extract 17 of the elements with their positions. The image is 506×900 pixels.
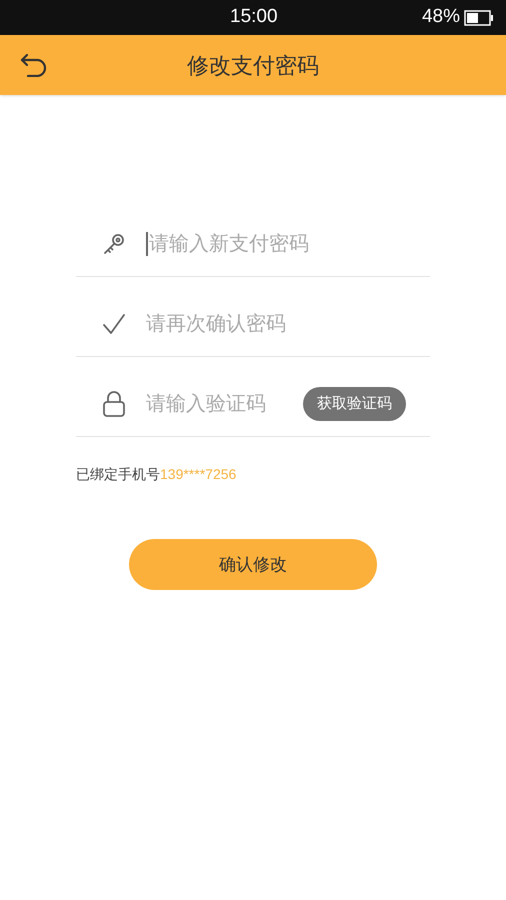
battery-icon [464, 10, 494, 26]
bound-phone-text: 已绑定手机号139****7256 [76, 465, 238, 484]
get-code-button[interactable]: 获取验证码 [303, 387, 406, 421]
page-title: 修改支付密码 [187, 52, 319, 80]
input-placeholder: 请输入新支付密码 [149, 232, 309, 257]
confirm-button[interactable]: 确认修改 [129, 539, 377, 590]
input-field[interactable]: 请输入新支付密码 [146, 224, 430, 264]
battery-percent: 48% [422, 5, 460, 30]
status-time: 15:00 [230, 5, 278, 30]
input-field[interactable]: 请再次确认密码 [146, 304, 430, 344]
key-icon [102, 232, 126, 256]
checkmark-icon [102, 313, 126, 335]
input-field[interactable]: 请输入验证码 [146, 384, 283, 424]
lock-icon [102, 390, 126, 418]
back-arrow-icon [20, 53, 48, 77]
input-placeholder: 请再次确认密码 [146, 312, 286, 337]
input-placeholder: 请输入验证码 [146, 392, 266, 417]
